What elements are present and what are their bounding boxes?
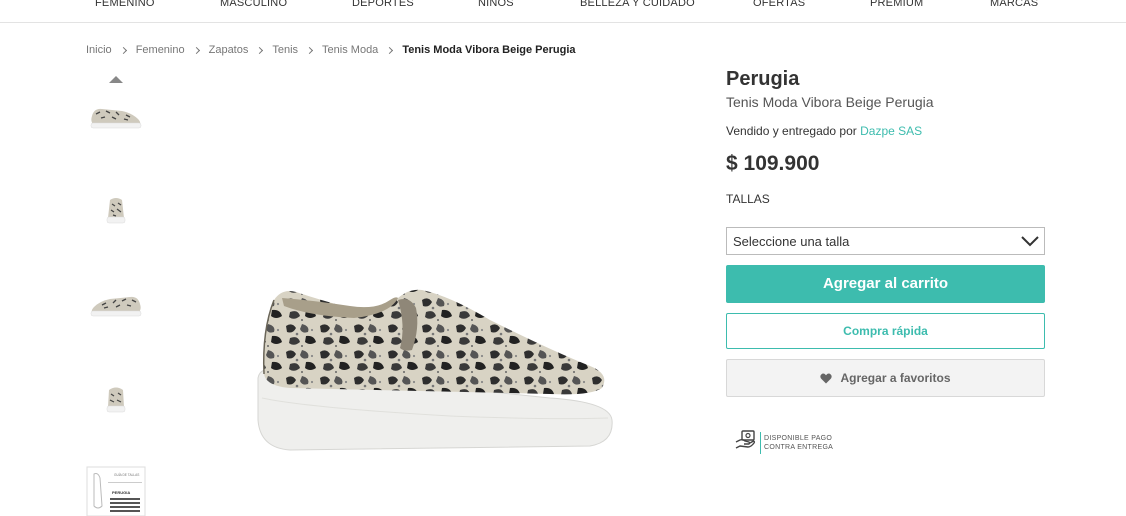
nav-item-ofertas[interactable]: OFERTAS	[753, 0, 805, 9]
thumbnail-other-side-view[interactable]	[86, 276, 146, 336]
nav-item-ninos[interactable]: NIÑOS	[478, 0, 514, 9]
breadcrumb-femenino[interactable]: Femenino	[136, 44, 185, 56]
thumbnail-up-arrow-icon[interactable]	[109, 76, 123, 83]
breadcrumb-zapatos[interactable]: Zapatos	[209, 44, 249, 56]
sizes-label: TALLAS	[726, 192, 770, 206]
seller-link[interactable]: Dazpe SAS	[860, 124, 922, 138]
size-guide-title: GUÍA DE TALLAS	[114, 473, 139, 477]
breadcrumb: Inicio Femenino Zapatos Tenis Tenis Moda…	[86, 44, 576, 56]
thumbnail-side-view[interactable]	[86, 88, 146, 148]
cod-text: DISPONIBLE PAGO CONTRA ENTREGA	[764, 434, 833, 452]
nav-item-marcas[interactable]: MARCAS	[990, 0, 1038, 9]
nav-item-premium[interactable]: PREMIUM	[870, 0, 923, 9]
add-to-cart-button[interactable]: Agregar al carrito	[726, 265, 1045, 303]
cash-on-delivery-icon	[734, 428, 758, 457]
chevron-right-icon	[119, 46, 127, 54]
cod-divider	[760, 431, 761, 454]
chevron-right-icon	[306, 46, 314, 54]
size-guide-brand: PERUGIA	[112, 490, 130, 495]
product-name: Tenis Moda Vibora Beige Perugia	[726, 94, 934, 110]
thumbnail-back-view[interactable]	[86, 370, 146, 430]
cod-line-2: CONTRA ENTREGA	[764, 443, 834, 451]
nav-item-belleza[interactable]: BELLEZA Y CUIDADO	[580, 0, 695, 9]
thumbnail-size-guide[interactable]: GUÍA DE TALLAS PERUGIA	[86, 466, 146, 516]
chevron-right-icon	[386, 46, 394, 54]
cod-line-1: DISPONIBLE PAGO	[764, 434, 833, 442]
size-select-value: Seleccione una talla	[733, 234, 850, 249]
chevron-right-icon	[256, 46, 264, 54]
nav-item-masculino[interactable]: MASCULINO	[220, 0, 287, 9]
seller-prefix: Vendido y entregado por	[726, 124, 857, 138]
seller-info: Vendido y entregado por Dazpe SAS	[726, 124, 922, 138]
product-price: $ 109.900	[726, 152, 820, 175]
quick-buy-button[interactable]: Compra rápida	[726, 313, 1045, 349]
chevron-right-icon	[192, 46, 200, 54]
breadcrumb-tenis-moda[interactable]: Tenis Moda	[322, 44, 378, 56]
cash-on-delivery-badge: DISPONIBLE PAGO CONTRA ENTREGA	[734, 428, 833, 457]
nav-item-deportes[interactable]: DEPORTES	[352, 0, 414, 9]
breadcrumb-current: Tenis Moda Vibora Beige Perugia	[402, 44, 576, 56]
chevron-down-icon	[1020, 232, 1040, 253]
size-select[interactable]: Seleccione una talla	[726, 227, 1045, 255]
add-to-favorites-label: Agregar a favoritos	[840, 371, 951, 385]
breadcrumb-tenis[interactable]: Tenis	[272, 44, 298, 56]
nav-item-femenino[interactable]: FEMENINO	[95, 0, 155, 9]
thumbnail-front-view[interactable]	[86, 182, 146, 242]
product-brand: Perugia	[726, 68, 800, 90]
top-navigation: FEMENINO MASCULINO DEPORTES NIÑOS BELLEZ…	[0, 0, 1126, 23]
add-to-favorites-button[interactable]: Agregar a favoritos	[726, 359, 1045, 397]
heart-icon	[820, 373, 833, 384]
breadcrumb-inicio[interactable]: Inicio	[86, 44, 112, 56]
main-product-image[interactable]	[250, 270, 620, 470]
